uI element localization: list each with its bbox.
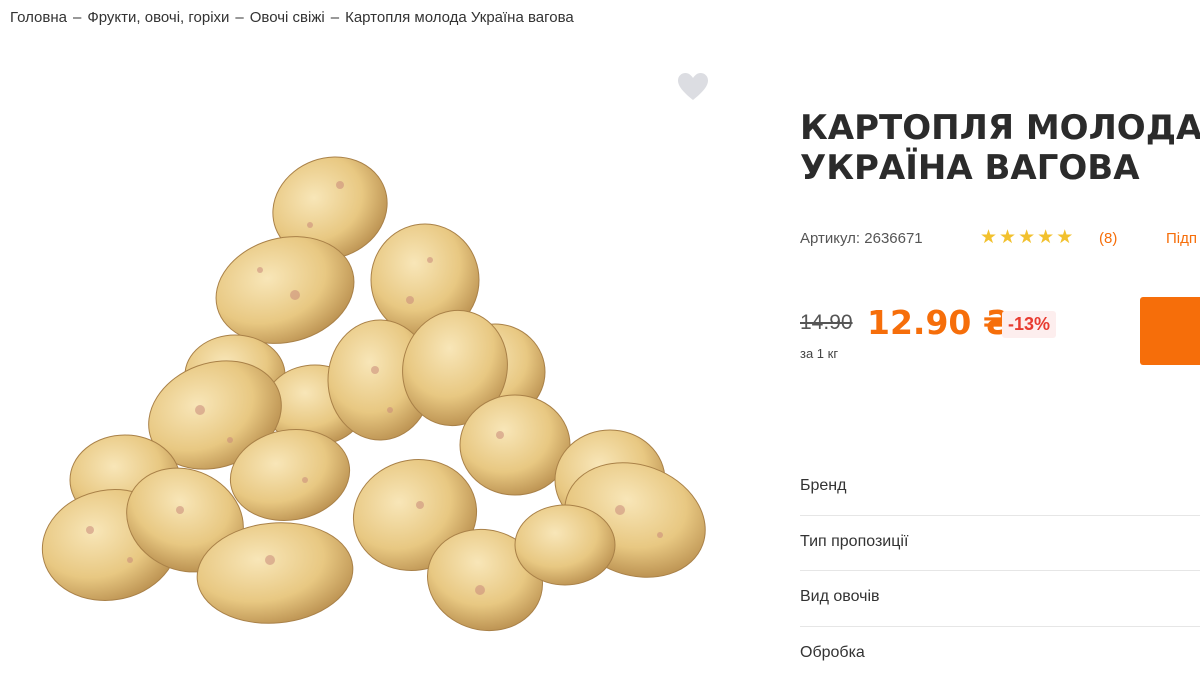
attribute-label: Обробка [800,643,865,661]
reviews-count-link[interactable]: (8) [1099,230,1117,247]
breadcrumb-current: Картопля молода Україна вагова [345,9,574,26]
breadcrumb-separator: – [73,9,82,26]
star-icon: ★ [1018,227,1036,248]
discount-badge: -13% [1002,311,1057,338]
breadcrumb-separator: – [330,9,340,26]
breadcrumb-separator: – [235,9,244,26]
star-icon: ★ [1037,227,1055,248]
product-title: КАРТОПЛЯ МОЛОДА УКРАЇНА ВАГОВА [800,108,1200,188]
attribute-label: Тип пропозиції [800,532,909,550]
rating-stars[interactable]: ★ ★ ★ ★ ★ [980,228,1073,248]
breadcrumb-home[interactable]: Головна [10,9,67,26]
star-icon: ★ [980,227,998,248]
attributes-list: Бренд Тип пропозиції Вид овочів Обробка [800,460,1200,680]
breadcrumb-fruits-vegetables[interactable]: Фрукти, овочі, горіхи [87,9,229,26]
product-image[interactable] [20,150,720,640]
add-to-cart-button[interactable] [1140,297,1200,365]
product-title-line-1: КАРТОПЛЯ МОЛОДА [800,108,1200,148]
star-icon: ★ [1056,227,1074,248]
attribute-label: Вид овочів [800,588,880,605]
old-price: 14.90 [800,311,853,334]
star-icon: ★ [999,227,1017,248]
breadcrumb: Головна – Фрукти, овочі, горіхи – Овочі … [10,9,574,26]
attribute-row-brand[interactable]: Бренд [800,460,1200,516]
attribute-row-vegetable-type[interactable]: Вид овочів [800,571,1200,627]
sku-label: Артикул: 2636671 [800,230,923,247]
breadcrumb-fresh-vegetables[interactable]: Овочі свіжі [250,9,325,26]
favorite-button[interactable] [677,72,709,102]
attribute-label: Бренд [800,477,847,494]
potato-pile-image [41,156,706,632]
product-meta: Артикул: 2636671 ★ ★ ★ ★ ★ (8) Підп [800,228,1200,251]
attribute-row-processing[interactable]: Обробка [800,627,1200,680]
price-unit: за 1 кг [800,346,839,361]
current-price: 12.90 ₴ [867,303,1012,342]
subscribe-link[interactable]: Підп [1166,230,1197,247]
heart-icon [678,73,708,100]
product-title-line-2: УКРАЇНА ВАГОВА [800,148,1140,188]
attribute-row-offer-type[interactable]: Тип пропозиції [800,516,1200,571]
price-row: 14.90 12.90 ₴ -13% [800,303,1140,343]
